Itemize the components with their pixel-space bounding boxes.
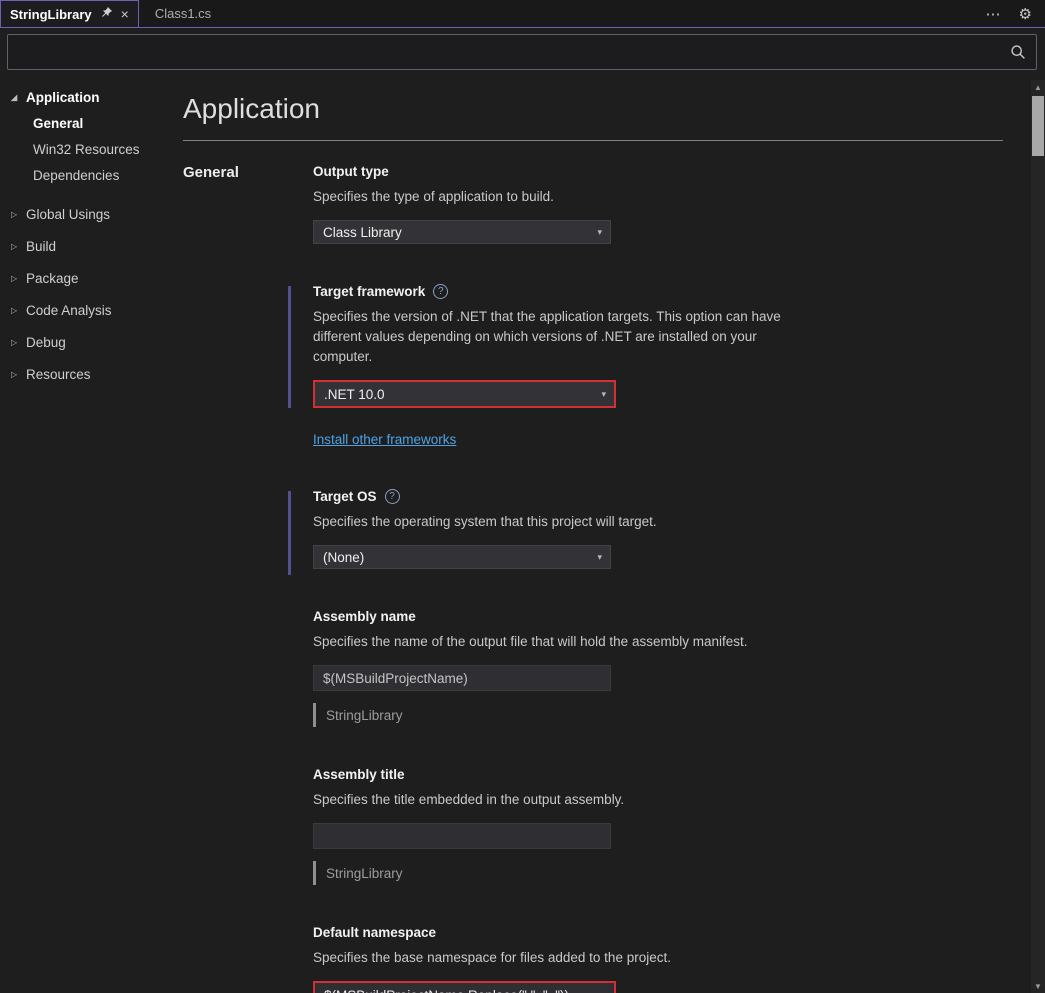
field-assembly-title: Assembly title Specifies the title embed… xyxy=(313,767,1031,885)
select-value: .NET 10.0 xyxy=(324,386,385,402)
tab-stringlibrary[interactable]: StringLibrary × xyxy=(0,0,139,27)
field-default-namespace: Default namespace Specifies the base nam… xyxy=(313,925,1031,993)
field-description: Specifies the name of the output file th… xyxy=(313,634,748,649)
field-label-text: Output type xyxy=(313,164,389,179)
field-label-text: Assembly name xyxy=(313,609,416,624)
chevron-collapsed-icon[interactable]: ▷ xyxy=(11,306,26,315)
tab-class1-cs[interactable]: Class1.cs xyxy=(139,0,227,27)
sidebar-item-debug[interactable]: ▷ Debug xyxy=(0,326,183,358)
field-assembly-name: Assembly name Specifies the name of the … xyxy=(313,609,1031,727)
sidebar-item-build[interactable]: ▷ Build xyxy=(0,230,183,262)
target-os-select[interactable]: (None) ▾ xyxy=(313,545,611,569)
sidebar-item-label: Debug xyxy=(26,334,66,350)
sidebar-item-label: Package xyxy=(26,270,79,286)
sidebar-item-label: General xyxy=(33,115,84,131)
field-label-text: Assembly title xyxy=(313,767,405,782)
properties-nav-tree: ◢ Application General Win32 Resources De… xyxy=(0,84,183,390)
field-label: Default namespace xyxy=(313,925,1031,940)
field-description: Specifies the operating system that this… xyxy=(313,514,657,529)
evaluated-value-bar xyxy=(313,703,316,727)
sidebar-item-label: Win32 Resources xyxy=(33,141,140,157)
evaluated-value: StringLibrary xyxy=(326,707,403,723)
project-properties-window: StringLibrary × Class1.cs ⋯ ⚙ ◢ Applicat… xyxy=(0,0,1045,993)
field-description: Specifies the type of application to bui… xyxy=(313,189,554,204)
install-other-frameworks-link[interactable]: Install other frameworks xyxy=(313,432,456,447)
sidebar-item-code-analysis[interactable]: ▷ Code Analysis xyxy=(0,294,183,326)
chevron-collapsed-icon[interactable]: ▷ xyxy=(11,242,26,251)
field-label-text: Default namespace xyxy=(313,925,437,940)
sidebar-item-label: Resources xyxy=(26,366,91,382)
properties-page: Application General Output type Specifie… xyxy=(183,80,1031,993)
chevron-expanded-icon[interactable]: ◢ xyxy=(11,93,26,102)
sidebar-item-win32-resources[interactable]: Win32 Resources xyxy=(0,136,183,162)
more-options-icon[interactable]: ⋯ xyxy=(986,5,1002,23)
sidebar-item-label: Application xyxy=(26,89,100,105)
title-divider xyxy=(183,140,1003,141)
field-label: Target framework ? xyxy=(313,284,1031,299)
field-target-framework: Target framework ? Specifies the version… xyxy=(288,284,1031,449)
settings-search-bar xyxy=(7,34,1037,70)
select-value: (None) xyxy=(323,549,365,565)
search-icon[interactable] xyxy=(1010,44,1036,60)
field-label: Target OS ? xyxy=(313,489,1031,504)
assembly-name-input[interactable] xyxy=(313,665,611,691)
page-title: Application xyxy=(183,93,320,124)
target-framework-select[interactable]: .NET 10.0 ▾ xyxy=(313,380,616,408)
sidebar-item-general[interactable]: General xyxy=(0,110,183,136)
field-label-text: Target OS xyxy=(313,489,377,504)
help-icon[interactable]: ? xyxy=(433,284,449,299)
field-label: Assembly name xyxy=(313,609,1031,624)
chevron-down-icon: ▾ xyxy=(597,551,602,562)
field-output-type: Output type Specifies the type of applic… xyxy=(313,164,1031,244)
modified-indicator-bar xyxy=(288,491,291,575)
sidebar-item-dependencies[interactable]: Dependencies xyxy=(0,162,183,188)
tab-label: Class1.cs xyxy=(154,6,212,21)
chevron-down-icon: ▾ xyxy=(597,226,602,237)
chevron-down-icon: ▾ xyxy=(601,388,606,399)
help-icon[interactable]: ? xyxy=(384,489,400,504)
scroll-up-icon[interactable]: ▲ xyxy=(1031,80,1045,94)
sidebar-item-global-usings[interactable]: ▷ Global Usings xyxy=(0,198,183,230)
sidebar-item-application[interactable]: ◢ Application xyxy=(0,84,183,110)
assembly-title-input[interactable] xyxy=(313,823,611,849)
sidebar-item-label: Global Usings xyxy=(26,206,111,222)
tabbar-actions: ⋯ ⚙ xyxy=(986,0,1045,27)
evaluated-value-bar xyxy=(313,861,316,885)
sidebar-item-package[interactable]: ▷ Package xyxy=(0,262,183,294)
section-label-general: General xyxy=(183,164,239,181)
field-label: Assembly title xyxy=(313,767,1031,782)
field-label-text: Target framework xyxy=(313,284,426,299)
gear-icon[interactable]: ⚙ xyxy=(1019,5,1032,23)
sidebar-item-label: Dependencies xyxy=(33,167,120,183)
scrollbar-thumb[interactable] xyxy=(1032,96,1044,156)
chevron-collapsed-icon[interactable]: ▷ xyxy=(11,338,26,347)
vertical-scrollbar[interactable]: ▲ ▼ xyxy=(1031,80,1045,993)
chevron-collapsed-icon[interactable]: ▷ xyxy=(11,370,26,379)
document-tab-bar: StringLibrary × Class1.cs ⋯ ⚙ xyxy=(0,0,1045,28)
evaluated-value-row: StringLibrary xyxy=(313,703,1031,727)
evaluated-value-row: StringLibrary xyxy=(313,861,1031,885)
default-namespace-input[interactable] xyxy=(313,981,616,993)
field-description: Specifies the base namespace for files a… xyxy=(313,950,671,965)
output-type-select[interactable]: Class Library ▾ xyxy=(313,220,611,244)
pin-icon[interactable] xyxy=(100,6,113,22)
field-description: Specifies the title embedded in the outp… xyxy=(313,792,625,807)
modified-indicator-bar xyxy=(288,286,291,408)
search-input[interactable] xyxy=(8,35,1010,69)
evaluated-value: StringLibrary xyxy=(326,865,403,881)
tab-label: StringLibrary xyxy=(10,6,92,22)
chevron-collapsed-icon[interactable]: ▷ xyxy=(11,274,26,283)
sidebar-item-label: Code Analysis xyxy=(26,302,112,318)
select-value: Class Library xyxy=(323,224,402,240)
sidebar-item-resources[interactable]: ▷ Resources xyxy=(0,358,183,390)
close-icon[interactable]: × xyxy=(121,7,129,21)
scroll-down-icon[interactable]: ▼ xyxy=(1031,979,1045,993)
chevron-collapsed-icon[interactable]: ▷ xyxy=(11,210,26,219)
field-label: Output type xyxy=(313,164,1031,179)
field-description: Specifies the version of .NET that the a… xyxy=(313,309,781,364)
sidebar-item-label: Build xyxy=(26,238,57,254)
field-target-os: Target OS ? Specifies the operating syst… xyxy=(288,489,1031,575)
